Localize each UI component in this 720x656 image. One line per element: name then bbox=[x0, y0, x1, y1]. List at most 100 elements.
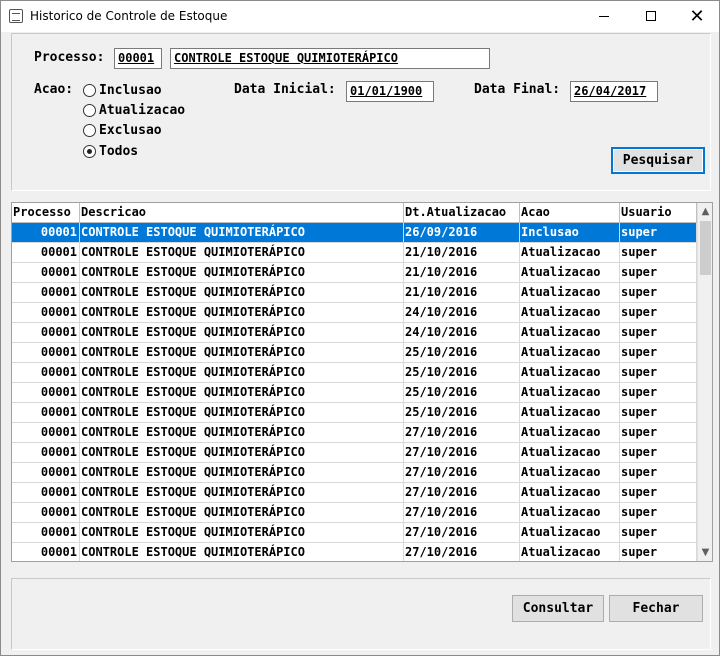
cell-acao: Atualizacao bbox=[520, 403, 620, 423]
table-row[interactable]: 00001 CONTROLE ESTOQUE QUIMIOTERÁPICO 27/1… bbox=[12, 523, 697, 543]
cell-descricao: CONTROLE ESTOQUE QUIMIOTERÁPICO bbox=[80, 543, 404, 561]
table-row[interactable]: 00001 CONTROLE ESTOQUE QUIMIOTERÁPICO 27/1… bbox=[12, 483, 697, 503]
cell-acao: Atualizacao bbox=[520, 503, 620, 523]
cell-dt-atualizacao: 24/10/2016 bbox=[404, 323, 520, 343]
cell-processo: 00001 bbox=[12, 363, 80, 383]
table-row[interactable]: 00001 CONTROLE ESTOQUE QUIMIOTERÁPICO 21/1… bbox=[12, 243, 697, 263]
vertical-scrollbar[interactable]: ▲ ▼ bbox=[697, 203, 712, 561]
cell-acao: Inclusao bbox=[520, 223, 620, 243]
cell-processo: 00001 bbox=[12, 483, 80, 503]
app-icon bbox=[9, 9, 23, 23]
cell-descricao: CONTROLE ESTOQUE QUIMIOTERÁPICO bbox=[80, 363, 404, 383]
radio-todos-indicator[interactable] bbox=[83, 145, 96, 158]
processo-description-field[interactable]: CONTROLE ESTOQUE QUIMIOTERÁPICO bbox=[170, 48, 490, 69]
acao-label: Acao: bbox=[34, 82, 74, 97]
maximize-icon bbox=[646, 11, 656, 21]
cell-usuario: super bbox=[620, 323, 697, 343]
cell-usuario: super bbox=[620, 223, 697, 243]
title-bar[interactable]: Historico de Controle de Estoque ✕ bbox=[1, 1, 719, 32]
close-button[interactable]: ✕ bbox=[674, 1, 720, 32]
cell-descricao: CONTROLE ESTOQUE QUIMIOTERÁPICO bbox=[80, 303, 404, 323]
cell-dt-atualizacao: 25/10/2016 bbox=[404, 383, 520, 403]
table-row[interactable]: 00001 CONTROLE ESTOQUE QUIMIOTERÁPICO 25/1… bbox=[12, 403, 697, 423]
cell-descricao: CONTROLE ESTOQUE QUIMIOTERÁPICO bbox=[80, 463, 404, 483]
table-row[interactable]: 00001 CONTROLE ESTOQUE QUIMIOTERÁPICO 24/1… bbox=[12, 323, 697, 343]
cell-usuario: super bbox=[620, 403, 697, 423]
data-inicial-field[interactable]: 01/01/1900 bbox=[346, 81, 434, 102]
cell-descricao: CONTROLE ESTOQUE QUIMIOTERÁPICO bbox=[80, 503, 404, 523]
table-row[interactable]: 00001 CONTROLE ESTOQUE QUIMIOTERÁPICO 24/1… bbox=[12, 303, 697, 323]
fechar-button[interactable]: Fechar bbox=[609, 595, 703, 622]
column-header-processo[interactable]: Processo bbox=[12, 203, 80, 223]
table-row[interactable]: 00001 CONTROLE ESTOQUE QUIMIOTERÁPICO 27/1… bbox=[12, 443, 697, 463]
cell-usuario: super bbox=[620, 463, 697, 483]
column-header-dt-atualizacao[interactable]: Dt.Atualizacao bbox=[404, 203, 520, 223]
data-inicial-value: 01/01/1900 bbox=[350, 84, 423, 98]
table-row[interactable]: 00001 CONTROLE ESTOQUE QUIMIOTERÁPICO 27/1… bbox=[12, 543, 697, 561]
table-row[interactable]: 00001 CONTROLE ESTOQUE QUIMIOTERÁPICO 21/1… bbox=[12, 283, 697, 303]
processo-code-value: 00001 bbox=[118, 51, 155, 65]
column-header-descricao[interactable]: Descricao bbox=[80, 203, 404, 223]
cell-acao: Atualizacao bbox=[520, 463, 620, 483]
table-body: 00001 CONTROLE ESTOQUE QUIMIOTERÁPICO 26/0… bbox=[12, 223, 697, 561]
consultar-button[interactable]: Consultar bbox=[512, 595, 604, 622]
close-icon: ✕ bbox=[689, 6, 705, 27]
minimize-button[interactable] bbox=[581, 1, 627, 32]
cell-dt-atualizacao: 24/10/2016 bbox=[404, 303, 520, 323]
cell-processo: 00001 bbox=[12, 343, 80, 363]
cell-descricao: CONTROLE ESTOQUE QUIMIOTERÁPICO bbox=[80, 523, 404, 543]
cell-dt-atualizacao: 25/10/2016 bbox=[404, 403, 520, 423]
cell-descricao: CONTROLE ESTOQUE QUIMIOTERÁPICO bbox=[80, 383, 404, 403]
cell-acao: Atualizacao bbox=[520, 423, 620, 443]
cell-descricao: CONTROLE ESTOQUE QUIMIOTERÁPICO bbox=[80, 343, 404, 363]
table-row[interactable]: 00001 CONTROLE ESTOQUE QUIMIOTERÁPICO 27/1… bbox=[12, 503, 697, 523]
table-row[interactable]: 00001 CONTROLE ESTOQUE QUIMIOTERÁPICO 21/1… bbox=[12, 263, 697, 283]
cell-processo: 00001 bbox=[12, 263, 80, 283]
cell-acao: Atualizacao bbox=[520, 543, 620, 561]
cell-dt-atualizacao: 27/10/2016 bbox=[404, 503, 520, 523]
radio-inclusao-indicator[interactable] bbox=[83, 84, 96, 97]
cell-dt-atualizacao: 27/10/2016 bbox=[404, 523, 520, 543]
cell-acao: Atualizacao bbox=[520, 303, 620, 323]
cell-dt-atualizacao: 21/10/2016 bbox=[404, 283, 520, 303]
data-final-field[interactable]: 26/04/2017 bbox=[570, 81, 658, 102]
cell-acao: Atualizacao bbox=[520, 323, 620, 343]
cell-acao: Atualizacao bbox=[520, 443, 620, 463]
table-row[interactable]: 00001 CONTROLE ESTOQUE QUIMIOTERÁPICO 25/1… bbox=[12, 363, 697, 383]
column-header-acao[interactable]: Acao bbox=[520, 203, 620, 223]
cell-processo: 00001 bbox=[12, 283, 80, 303]
pesquisar-button[interactable]: Pesquisar bbox=[611, 147, 705, 174]
table-row[interactable]: 00001 CONTROLE ESTOQUE QUIMIOTERÁPICO 25/1… bbox=[12, 383, 697, 403]
cell-processo: 00001 bbox=[12, 383, 80, 403]
table-row[interactable]: 00001 CONTROLE ESTOQUE QUIMIOTERÁPICO 27/1… bbox=[12, 423, 697, 443]
cell-processo: 00001 bbox=[12, 243, 80, 263]
maximize-button[interactable] bbox=[628, 1, 674, 32]
chevron-down-icon[interactable]: ▼ bbox=[698, 544, 712, 561]
cell-acao: Atualizacao bbox=[520, 483, 620, 503]
cell-descricao: CONTROLE ESTOQUE QUIMIOTERÁPICO bbox=[80, 323, 404, 343]
cell-dt-atualizacao: 27/10/2016 bbox=[404, 543, 520, 561]
table-row[interactable]: 00001 CONTROLE ESTOQUE QUIMIOTERÁPICO 25/1… bbox=[12, 343, 697, 363]
radio-inclusao-label: Inclusao bbox=[99, 83, 162, 98]
chevron-up-icon[interactable]: ▲ bbox=[698, 203, 712, 220]
radio-exclusao-indicator[interactable] bbox=[83, 124, 96, 137]
processo-code-field[interactable]: 00001 bbox=[114, 48, 162, 69]
cell-processo: 00001 bbox=[12, 323, 80, 343]
cell-processo: 00001 bbox=[12, 303, 80, 323]
cell-acao: Atualizacao bbox=[520, 363, 620, 383]
column-header-usuario[interactable]: Usuario bbox=[620, 203, 697, 223]
cell-dt-atualizacao: 27/10/2016 bbox=[404, 463, 520, 483]
table-row[interactable]: 00001 CONTROLE ESTOQUE QUIMIOTERÁPICO 27/1… bbox=[12, 463, 697, 483]
cell-usuario: super bbox=[620, 383, 697, 403]
cell-usuario: super bbox=[620, 423, 697, 443]
history-table[interactable]: Processo Descricao Dt.Atualizacao Acao U… bbox=[11, 202, 713, 562]
scrollbar-thumb[interactable] bbox=[700, 221, 711, 275]
table-row[interactable]: 00001 CONTROLE ESTOQUE QUIMIOTERÁPICO 26/0… bbox=[12, 223, 697, 243]
cell-dt-atualizacao: 25/10/2016 bbox=[404, 343, 520, 363]
radio-atualizacao-indicator[interactable] bbox=[83, 104, 96, 117]
cell-processo: 00001 bbox=[12, 443, 80, 463]
minimize-icon bbox=[599, 16, 609, 17]
cell-usuario: super bbox=[620, 283, 697, 303]
filter-panel: Processo: 00001 CONTROLE ESTOQUE QUIMIOT… bbox=[11, 33, 711, 191]
cell-descricao: CONTROLE ESTOQUE QUIMIOTERÁPICO bbox=[80, 243, 404, 263]
